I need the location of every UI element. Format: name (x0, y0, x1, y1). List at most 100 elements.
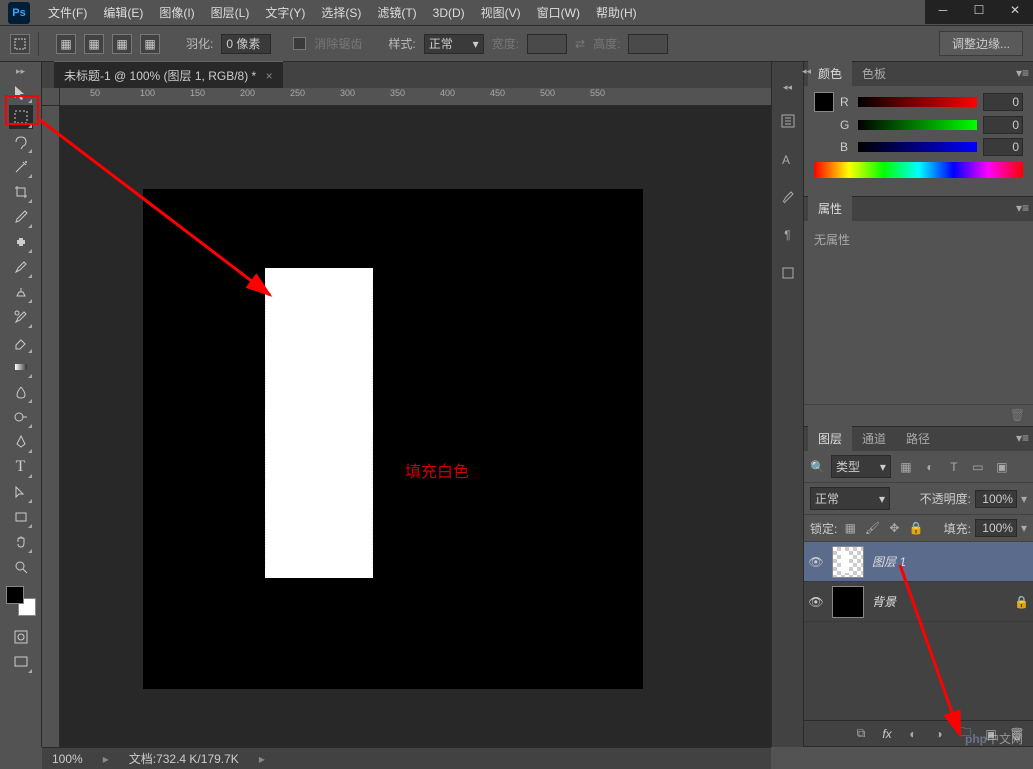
lock-all-icon[interactable]: 🔒 (907, 519, 925, 537)
healing-brush-tool[interactable] (9, 230, 33, 254)
canvas[interactable]: 填充白色 (60, 106, 771, 747)
type-tool[interactable]: T (9, 455, 33, 479)
lock-transparent-icon[interactable]: ▦ (841, 519, 859, 537)
menu-select[interactable]: 选择(S) (313, 0, 369, 25)
move-tool[interactable] (9, 80, 33, 104)
tool-preset-icon[interactable] (10, 34, 30, 54)
visibility-toggle-icon[interactable]: 👁 (808, 595, 824, 609)
g-slider[interactable] (858, 120, 977, 130)
document-tab[interactable]: 未标题-1 @ 100% (图层 1, RGB/8) * × (54, 61, 283, 89)
ruler-horizontal[interactable]: 50 100 150 200 250 300 350 400 450 500 5… (60, 88, 771, 106)
trash-icon[interactable]: 🗑 (1010, 408, 1025, 423)
dodge-tool[interactable] (9, 405, 33, 429)
panel-menu-icon[interactable]: ▾≡ (1016, 431, 1029, 445)
b-value[interactable]: 0 (983, 138, 1023, 156)
link-layers-icon[interactable]: ⧉ (853, 726, 869, 741)
filter-icon[interactable]: 🔍 (810, 460, 825, 474)
layer-row[interactable]: 👁 图层 1 (804, 542, 1033, 582)
panel-menu-icon[interactable]: ▾≡ (1016, 66, 1029, 80)
filter-smart-icon[interactable]: ▣ (993, 458, 1011, 476)
hand-tool[interactable] (9, 530, 33, 554)
b-slider[interactable] (858, 142, 977, 152)
feather-input[interactable] (221, 34, 271, 54)
filter-shape-icon[interactable]: ▭ (969, 458, 987, 476)
layer-mask-icon[interactable]: ◐ (905, 727, 921, 741)
doc-info[interactable]: 文档:732.4 K/179.7K (129, 750, 239, 767)
panel-collapse-icon[interactable]: ◂◂ (802, 66, 811, 77)
paths-tab[interactable]: 路径 (896, 426, 940, 451)
crop-tool[interactable] (9, 180, 33, 204)
channels-tab[interactable]: 通道 (852, 426, 896, 451)
style-select[interactable]: 正常▾ (424, 34, 484, 54)
menu-edit[interactable]: 编辑(E) (95, 0, 151, 25)
color-tab[interactable]: 颜色 (808, 61, 852, 86)
character-panel-icon[interactable]: A (778, 149, 798, 169)
filter-pixel-icon[interactable]: ▦ (897, 458, 915, 476)
menu-image[interactable]: 图像(I) (151, 0, 202, 25)
menu-filter[interactable]: 滤镜(T) (369, 0, 424, 25)
close-button[interactable]: ✕ (997, 0, 1033, 20)
menu-layer[interactable]: 图层(L) (203, 0, 258, 25)
marquee-tool[interactable] (9, 105, 33, 129)
color-preview[interactable] (814, 92, 834, 112)
foreground-color-swatch[interactable] (6, 586, 24, 604)
new-selection-icon[interactable]: ▦ (56, 34, 76, 54)
brush-tool[interactable] (9, 255, 33, 279)
filter-type-select[interactable]: 类型▾ (831, 455, 891, 478)
menu-window[interactable]: 窗口(W) (529, 0, 588, 25)
dock-collapse-icon[interactable]: ◂◂ (783, 82, 792, 93)
quick-mask-tool[interactable] (9, 625, 33, 649)
color-swatch[interactable] (6, 586, 36, 616)
lasso-tool[interactable] (9, 130, 33, 154)
zoom-tool[interactable] (9, 555, 33, 579)
menu-file[interactable]: 文件(F) (40, 0, 95, 25)
visibility-toggle-icon[interactable]: 👁 (808, 555, 824, 569)
close-tab-icon[interactable]: × (266, 69, 273, 83)
eraser-tool[interactable] (9, 330, 33, 354)
refine-edge-button[interactable]: 调整边缘... (939, 31, 1023, 56)
color-spectrum[interactable] (814, 162, 1023, 178)
screen-mode-tool[interactable] (9, 650, 33, 674)
menu-3d[interactable]: 3D(D) (425, 2, 473, 24)
styles-panel-icon[interactable] (778, 263, 798, 283)
layers-tab[interactable]: 图层 (808, 426, 852, 451)
lock-position-icon[interactable]: ✥ (885, 519, 903, 537)
g-value[interactable]: 0 (983, 116, 1023, 134)
menu-help[interactable]: 帮助(H) (588, 0, 645, 25)
swatches-tab[interactable]: 色板 (852, 61, 896, 86)
opacity-input[interactable]: 100% (975, 490, 1017, 508)
toolbar-collapse-icon[interactable]: ▸▸ (16, 66, 25, 77)
pen-tool[interactable] (9, 430, 33, 454)
gradient-tool[interactable] (9, 355, 33, 379)
properties-tab[interactable]: 属性 (808, 196, 852, 221)
brush-panel-icon[interactable] (778, 187, 798, 207)
layer-thumbnail[interactable] (832, 586, 864, 618)
filter-adjust-icon[interactable]: ◐ (921, 458, 939, 476)
r-slider[interactable] (858, 97, 977, 107)
paragraph-panel-icon[interactable]: ¶ (778, 225, 798, 245)
intersect-selection-icon[interactable]: ▦ (140, 34, 160, 54)
filter-type-icon[interactable]: T (945, 458, 963, 476)
menu-view[interactable]: 视图(V) (473, 0, 529, 25)
fill-input[interactable]: 100% (975, 519, 1017, 537)
layer-name[interactable]: 背景 (872, 593, 1006, 610)
maximize-button[interactable]: ☐ (961, 0, 997, 20)
zoom-level[interactable]: 100% (52, 752, 83, 766)
panel-menu-icon[interactable]: ▾≡ (1016, 201, 1029, 215)
lock-pixels-icon[interactable]: 🖌 (863, 519, 881, 537)
add-selection-icon[interactable]: ▦ (84, 34, 104, 54)
history-brush-tool[interactable] (9, 305, 33, 329)
rectangle-tool[interactable] (9, 505, 33, 529)
layer-thumbnail[interactable] (832, 546, 864, 578)
subtract-selection-icon[interactable]: ▦ (112, 34, 132, 54)
history-panel-icon[interactable] (778, 111, 798, 131)
eyedropper-tool[interactable] (9, 205, 33, 229)
adjustment-layer-icon[interactable]: ◑ (931, 727, 947, 741)
ruler-origin[interactable] (42, 88, 60, 106)
menu-type[interactable]: 文字(Y) (257, 0, 313, 25)
path-selection-tool[interactable] (9, 480, 33, 504)
layer-name[interactable]: 图层 1 (872, 553, 1029, 570)
minimize-button[interactable]: ─ (925, 0, 961, 20)
ruler-vertical[interactable] (42, 106, 60, 747)
layer-fx-icon[interactable]: fx (879, 727, 895, 741)
